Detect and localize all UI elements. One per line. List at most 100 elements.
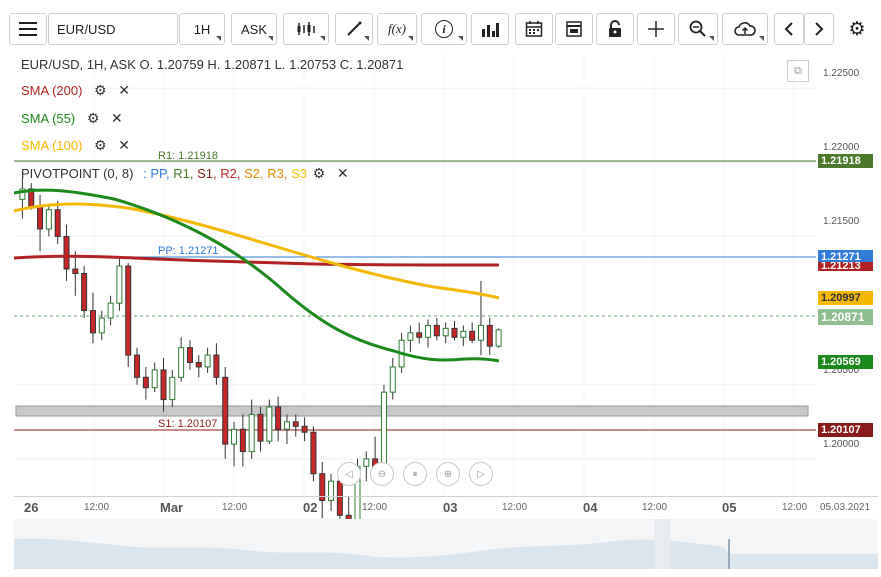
support-zone — [15, 405, 809, 417]
candle-up — [477, 324, 484, 341]
price-chart: R1: 1.21918 PP: 1.21271 S1: 1.20107 — [13, 51, 816, 548]
candle-down — [239, 428, 246, 452]
sma200-price-tag: 1.21213 — [818, 262, 873, 271]
candle-up — [151, 369, 158, 389]
candle-up — [283, 421, 290, 430]
calendar-icon — [525, 21, 543, 37]
fit-icon[interactable]: ⏸ — [403, 462, 427, 486]
draw-icon — [347, 21, 362, 36]
bars-icon — [482, 23, 499, 37]
sma55-label: SMA (55) — [21, 111, 76, 126]
x-label-4: 12:00 — [222, 502, 248, 513]
sma200-label: SMA (200) — [21, 83, 83, 98]
last-price-tag: 1.20871 — [818, 309, 873, 325]
candle-up — [178, 347, 185, 378]
expand-button[interactable]: ⧉ — [787, 60, 809, 82]
x-label-3: Mar — [160, 500, 184, 515]
candle-down — [469, 330, 476, 341]
ohlc-text: EUR/USD, 1H, ASK O. 1.20759 H. 1.20871 L… — [21, 57, 404, 72]
candle-up — [169, 376, 176, 401]
nav-next-icon[interactable]: ▷ — [469, 462, 493, 486]
pivot-close-icon[interactable]: ✕ — [337, 165, 349, 182]
zoom-button[interactable] — [678, 13, 718, 45]
x-label-2: 12:00 — [84, 502, 110, 513]
r1-label: R1: 1.21918 — [158, 150, 218, 162]
candle-up — [98, 317, 105, 334]
sma100-close-icon[interactable]: ✕ — [118, 137, 130, 154]
pivot-legend: PIVOTPOINT (0, 8) : PP, R1, S1, R2, S2, … — [21, 165, 349, 182]
fx-icon: f(x) — [387, 21, 407, 36]
candle-down — [142, 376, 149, 389]
x-label-12: 12:00 — [782, 502, 808, 513]
chart-type-button[interactable] — [283, 13, 329, 45]
pivot-s2: S2, — [244, 166, 264, 181]
candle-down — [416, 332, 423, 338]
candle-down — [195, 362, 202, 368]
calendar-button[interactable] — [515, 13, 553, 45]
cloud-button[interactable] — [722, 13, 768, 45]
sma200-legend: SMA (200) ⚙ ✕ — [21, 82, 130, 99]
candle-down — [275, 406, 282, 430]
sma200-close-icon[interactable]: ✕ — [118, 82, 130, 99]
symbol-input[interactable]: EUR/USD — [48, 13, 178, 45]
settings-button[interactable]: ⚙ — [841, 13, 873, 45]
candle-up — [204, 354, 211, 368]
menu-button[interactable] — [9, 13, 47, 45]
chart-area[interactable]: R1: 1.21918 PP: 1.21271 S1: 1.20107 — [13, 51, 816, 548]
sma55-settings-gear-icon[interactable]: ⚙ — [87, 110, 100, 127]
candle-down — [292, 421, 299, 427]
tick-5: 1.20000 — [823, 439, 860, 450]
toolbar: EUR/USD 1H ASK f(x) i ⚙ — [9, 13, 875, 45]
sma55-price-tag: 1.20569 — [818, 355, 873, 369]
layout-button[interactable] — [555, 13, 593, 45]
gear-icon: ⚙ — [848, 18, 866, 40]
price-type-label: ASK — [240, 21, 267, 37]
candle-down — [63, 235, 70, 270]
sma200-settings-gear-icon[interactable]: ⚙ — [94, 82, 107, 99]
info-icon: i — [435, 20, 453, 38]
symbol-label: EUR/USD — [57, 21, 116, 37]
volume-button[interactable] — [471, 13, 509, 45]
sma100-settings-gear-icon[interactable]: ⚙ — [94, 137, 107, 154]
pivot-r1: R1, — [173, 166, 194, 181]
next-button[interactable] — [804, 13, 834, 45]
candle-down — [134, 354, 141, 378]
price-type-select[interactable]: ASK — [231, 13, 277, 45]
candle-down — [433, 324, 440, 337]
candle-up — [231, 428, 238, 445]
interval-select[interactable]: 1H — [179, 13, 225, 45]
chart-nav: ◁ ⊖ ⏸ ⊕ ▷ — [337, 462, 493, 486]
candle-down — [89, 310, 96, 334]
pivot-settings-gear-icon[interactable]: ⚙ — [313, 165, 326, 182]
zoom-in-icon[interactable]: ⊕ — [436, 462, 460, 486]
pivot-r2: R2, — [220, 166, 241, 181]
crosshair-icon — [648, 21, 664, 37]
tick-1: 1.22500 — [823, 68, 860, 79]
sma100-price-tag: 1.20997 — [818, 291, 873, 305]
cloud-icon — [734, 22, 756, 36]
zoom-out-icon[interactable]: ⊖ — [370, 462, 394, 486]
sma55-close-icon[interactable]: ✕ — [111, 110, 123, 127]
date-stamp: 05.03.2021 — [820, 502, 871, 513]
lock-button[interactable] — [596, 13, 634, 45]
prev-icon — [784, 22, 793, 36]
x-label-7: 03 — [443, 500, 458, 515]
sma100-legend: SMA (100) ⚙ ✕ — [21, 137, 130, 154]
navigator-minimap[interactable] — [14, 519, 878, 569]
candle-down — [81, 273, 88, 312]
x-label-5: 02 — [303, 500, 318, 515]
ohlc-legend: EUR/USD, 1H, ASK O. 1.20759 H. 1.20871 L… — [21, 57, 403, 72]
prev-button[interactable] — [774, 13, 804, 45]
crosshair-button[interactable] — [637, 13, 675, 45]
indicators-button[interactable]: f(x) — [377, 13, 417, 45]
nav-prev-icon[interactable]: ◁ — [337, 462, 361, 486]
pivot-pp: PP, — [150, 166, 170, 181]
candle-down — [257, 413, 264, 442]
draw-button[interactable] — [335, 13, 373, 45]
zoom-icon — [689, 20, 706, 37]
candle-up — [248, 413, 255, 452]
candles-icon — [297, 22, 315, 36]
candle-up — [407, 332, 414, 341]
candle-down — [301, 425, 308, 433]
info-button[interactable]: i — [421, 13, 467, 45]
